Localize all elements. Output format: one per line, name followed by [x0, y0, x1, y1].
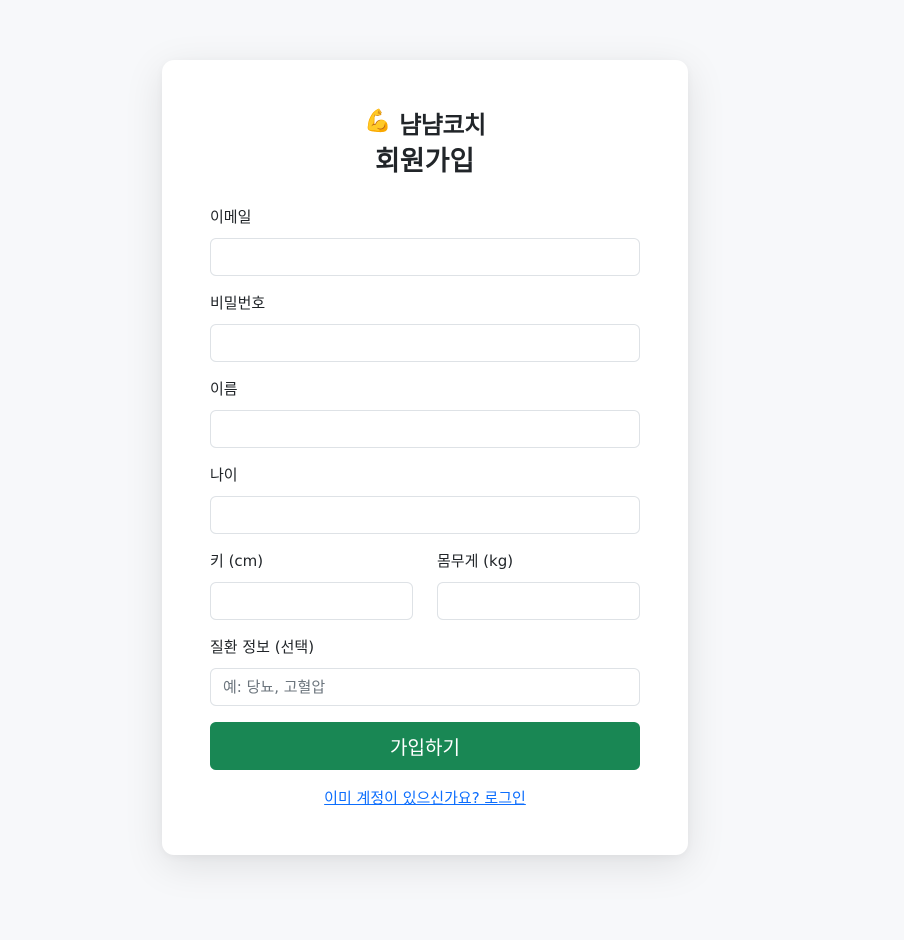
weight-label: 몸무게 (kg)	[437, 552, 514, 570]
password-field[interactable]	[210, 324, 640, 362]
login-link-wrap: 이미 계정이 있으신가요? 로그인	[210, 787, 640, 808]
name-label: 이름	[210, 380, 238, 398]
weight-field-group: 몸무게 (kg)	[437, 550, 640, 620]
signup-button[interactable]: 가입하기	[210, 722, 640, 770]
signup-card: 💪 냠냠코치 회원가입 이메일 비밀번호 이름 나이 키 (cm) 몸무게 (k…	[162, 60, 688, 855]
name-field[interactable]	[210, 410, 640, 448]
password-field-group: 비밀번호	[210, 292, 640, 362]
email-label: 이메일	[210, 208, 252, 226]
brand-header: 💪 냠냠코치	[210, 106, 640, 139]
body-metrics-row: 키 (cm) 몸무게 (kg)	[210, 550, 640, 620]
name-field-group: 이름	[210, 378, 640, 448]
age-label: 나이	[210, 466, 238, 484]
disease-label: 질환 정보 (선택)	[210, 638, 315, 656]
height-field-group: 키 (cm)	[210, 550, 413, 620]
login-link[interactable]: 이미 계정이 있으신가요? 로그인	[324, 789, 526, 807]
height-label: 키 (cm)	[210, 552, 264, 570]
page-title: 회원가입	[375, 146, 475, 177]
age-field[interactable]	[210, 496, 640, 534]
weight-field[interactable]	[437, 582, 640, 620]
flexed-biceps-icon: 💪	[364, 109, 392, 134]
password-label: 비밀번호	[210, 294, 266, 312]
height-field[interactable]	[210, 582, 413, 620]
disease-field-group: 질환 정보 (선택)	[210, 636, 640, 706]
brand-name: 냠냠코치	[399, 110, 487, 139]
age-field-group: 나이	[210, 464, 640, 534]
email-field-group: 이메일	[210, 206, 640, 276]
email-field[interactable]	[210, 238, 640, 276]
disease-field[interactable]	[210, 668, 640, 706]
